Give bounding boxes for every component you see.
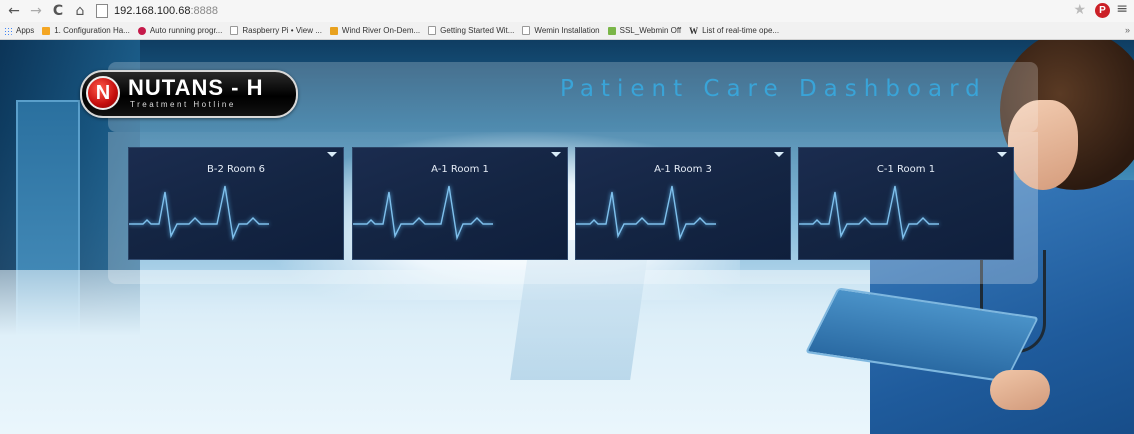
logo-title: NUTANS - H	[128, 75, 264, 100]
room-tile[interactable]: A-1 Room 1	[352, 147, 568, 260]
ecg-waveform-icon	[353, 185, 493, 241]
room-tile-label: B-2 Room 6	[206, 164, 266, 175]
ecg-waveform-icon	[576, 185, 716, 241]
bookmark-ssl-webmin[interactable]: SSL_Webmin Off	[607, 26, 682, 35]
wikipedia-icon: W	[689, 25, 699, 36]
page-title: Patient Care Dashboard	[560, 76, 987, 102]
bookmark-label: Auto running progr...	[149, 26, 223, 35]
chevron-down-icon[interactable]	[774, 152, 784, 157]
ecg-waveform-icon	[799, 185, 939, 241]
bookmark-wemin-installation[interactable]: Wemin Installation	[522, 26, 600, 35]
dashboard-page: N NUTANS - H Treatment Hotline Patient C…	[0, 40, 1134, 434]
home-icon[interactable]: ⌂	[72, 0, 88, 22]
back-icon[interactable]: ←	[6, 0, 22, 22]
bookmark-auto-running[interactable]: Auto running progr...	[137, 26, 223, 35]
bookmark-label: List of real-time ope...	[702, 26, 780, 35]
raspberry-icon	[137, 26, 146, 35]
bookmark-label: Wind River On-Dem...	[341, 26, 421, 35]
bookmark-label: SSL_Webmin Off	[619, 26, 682, 35]
page-icon	[522, 26, 531, 35]
bookmarks-bar: Apps 1. Configuration Ha... Auto running…	[0, 22, 1134, 40]
bookmark-label: Getting Started Wit...	[440, 26, 515, 35]
bookmark-label: Raspberry Pi • View ...	[242, 26, 322, 35]
address-bar[interactable]: 192.168.100.68:8888	[114, 5, 218, 17]
browser-toolbar: ← → C ⌂ 192.168.100.68:8888 ★ P ≡	[0, 0, 1134, 22]
room-tile[interactable]: B-2 Room 6	[128, 147, 344, 260]
bookmark-label: 1. Configuration Ha...	[54, 26, 130, 35]
page-icon	[96, 4, 108, 18]
logo[interactable]: N NUTANS - H Treatment Hotline	[80, 70, 298, 118]
logo-subtitle: Treatment Hotline	[130, 100, 236, 109]
wind-river-icon	[329, 26, 338, 35]
url-port: :8888	[190, 5, 218, 17]
ecg-waveform-icon	[129, 185, 269, 241]
logo-mark: N	[86, 76, 120, 110]
folder-icon	[42, 26, 51, 35]
apps-icon	[4, 26, 12, 35]
bookmark-label: Apps	[16, 26, 35, 35]
webmin-icon	[607, 26, 616, 35]
reload-icon[interactable]: C	[50, 0, 66, 22]
bookmark-getting-started[interactable]: Getting Started Wit...	[428, 26, 514, 35]
room-tile-label: A-1 Room 3	[654, 164, 712, 175]
chevron-down-icon[interactable]	[551, 152, 561, 157]
room-tile-label: A-1 Room 1	[431, 164, 489, 175]
bookmark-apps[interactable]: Apps	[4, 26, 34, 35]
bookmark-wind-river[interactable]: Wind River On-Dem...	[329, 26, 421, 35]
room-tile[interactable]: C-1 Room 1	[798, 147, 1014, 260]
bookmarks-more-icon[interactable]: »	[1125, 25, 1130, 35]
forward-icon[interactable]: →	[28, 0, 44, 22]
nurse-hand	[990, 370, 1050, 410]
chevron-down-icon[interactable]	[327, 152, 337, 157]
page-icon	[428, 26, 437, 35]
bookmark-raspberry-pi[interactable]: Raspberry Pi • View ...	[230, 26, 322, 35]
page-icon	[230, 26, 239, 35]
room-tile[interactable]: A-1 Room 3	[575, 147, 791, 260]
bookmark-label: Wemin Installation	[534, 26, 600, 35]
bookmark-configuration[interactable]: 1. Configuration Ha...	[42, 26, 130, 35]
star-icon[interactable]: ★	[1073, 2, 1086, 18]
pinterest-icon[interactable]: P	[1095, 3, 1110, 18]
room-tile-label: C-1 Room 1	[876, 164, 936, 175]
menu-icon[interactable]: ≡	[1116, 1, 1128, 17]
url-host: 192.168.100.68	[114, 5, 191, 17]
chevron-down-icon[interactable]	[997, 152, 1007, 157]
bookmark-real-time-os[interactable]: W List of real-time ope...	[689, 26, 779, 36]
